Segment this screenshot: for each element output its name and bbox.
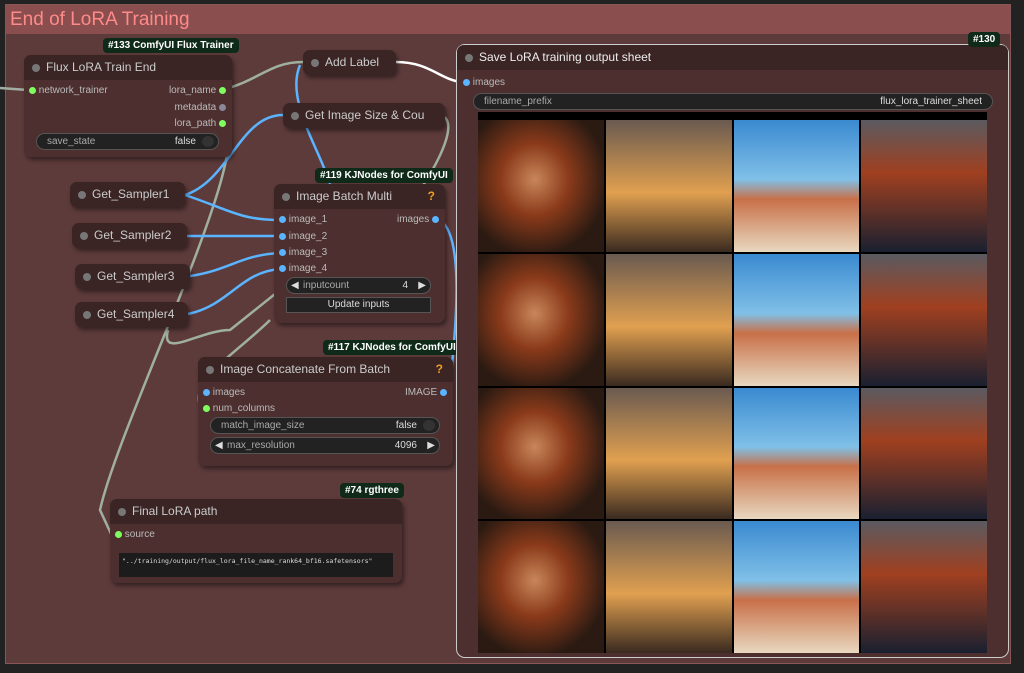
slot-dot-icon[interactable] bbox=[115, 530, 122, 538]
node-badge: #119 KJNodes for ComfyUI bbox=[315, 168, 453, 183]
node-title[interactable]: Get Image Size & Cou bbox=[283, 103, 445, 128]
node-image-batch-multi[interactable]: Image Batch Multi? image_1 image_2 image… bbox=[274, 184, 445, 323]
output-image bbox=[861, 253, 987, 386]
node-title[interactable]: Flux LoRA Train End bbox=[24, 55, 232, 80]
node-badge: #117 KJNodes for ComfyUI bbox=[323, 340, 461, 355]
filename-prefix-input[interactable]: filename_prefix flux_lora_trainer_sheet bbox=[473, 93, 993, 110]
node-title[interactable]: Save LoRA training output sheet bbox=[457, 45, 1008, 70]
slot-dot-icon[interactable] bbox=[432, 215, 439, 223]
input-image-4[interactable]: image_4 bbox=[279, 263, 327, 274]
node-get-image-size[interactable]: Get Image Size & Cou bbox=[283, 103, 445, 128]
output-images[interactable]: images bbox=[397, 214, 439, 225]
node-title[interactable]: Image Batch Multi? bbox=[274, 184, 445, 209]
output-metadata[interactable]: metadata bbox=[175, 102, 226, 113]
update-inputs-button[interactable]: Update inputs bbox=[286, 297, 431, 313]
node-badge: #74 rgthree bbox=[340, 483, 404, 498]
slot-dot-icon[interactable] bbox=[279, 248, 286, 256]
node-image-concatenate-from-batch[interactable]: Image Concatenate From Batch? images num… bbox=[198, 357, 453, 466]
max-resolution-stepper[interactable]: ◀ max_resolution 4096 ▶ bbox=[210, 437, 440, 454]
lora-path-text[interactable]: "../training/output/flux_lora_file_name_… bbox=[119, 553, 393, 577]
node-final-lora-path[interactable]: Final LoRA path source "../training/outp… bbox=[110, 499, 402, 583]
node-title[interactable]: Get_Sampler3 bbox=[75, 264, 190, 289]
output-lora-path[interactable]: lora_path bbox=[175, 118, 226, 129]
output-image bbox=[733, 120, 860, 252]
wire bbox=[221, 60, 304, 92]
input-network-trainer[interactable]: network_trainer bbox=[29, 85, 108, 96]
node-save-lora-output-sheet[interactable]: Save LoRA training output sheet images f… bbox=[456, 44, 1009, 658]
help-icon[interactable]: ? bbox=[428, 184, 435, 209]
input-image-1[interactable]: image_1 bbox=[279, 214, 327, 225]
node-add-label[interactable]: Add Label bbox=[303, 50, 396, 75]
output-image bbox=[605, 253, 732, 386]
input-images[interactable]: images bbox=[463, 77, 505, 88]
input-num-columns[interactable]: num_columns bbox=[203, 403, 275, 414]
output-image bbox=[861, 387, 987, 520]
node-get-sampler3[interactable]: Get_Sampler3 bbox=[75, 264, 190, 289]
output-image bbox=[478, 120, 604, 252]
toggle-icon bbox=[202, 136, 214, 147]
node-get-sampler1[interactable]: Get_Sampler1 bbox=[70, 182, 185, 207]
slot-dot-icon[interactable] bbox=[203, 404, 210, 412]
output-image bbox=[605, 120, 732, 252]
node-get-sampler2[interactable]: Get_Sampler2 bbox=[72, 223, 187, 248]
node-title[interactable]: Final LoRA path bbox=[110, 499, 402, 524]
node-title[interactable]: Get_Sampler1 bbox=[70, 182, 185, 207]
node-title[interactable]: Get_Sampler2 bbox=[72, 223, 187, 248]
output-image bbox=[861, 521, 987, 653]
node-title[interactable]: Image Concatenate From Batch? bbox=[198, 357, 453, 382]
node-title[interactable]: Add Label bbox=[303, 50, 396, 75]
output-lora-name[interactable]: lora_name bbox=[169, 85, 226, 96]
output-image[interactable]: IMAGE bbox=[405, 387, 447, 398]
slot-dot-icon[interactable] bbox=[440, 388, 447, 396]
output-image-grid[interactable] bbox=[478, 112, 987, 653]
slot-dot-icon[interactable] bbox=[219, 119, 226, 127]
input-images[interactable]: images bbox=[203, 387, 245, 398]
wire bbox=[187, 267, 281, 316]
slot-dot-icon[interactable] bbox=[219, 103, 226, 111]
slot-dot-icon[interactable] bbox=[203, 388, 210, 396]
inputcount-stepper[interactable]: ◀ inputcount 4 ▶ bbox=[286, 277, 431, 294]
slot-dot-icon[interactable] bbox=[279, 264, 286, 272]
node-title[interactable]: Get_Sampler4 bbox=[75, 302, 188, 327]
wire bbox=[395, 60, 463, 84]
slot-dot-icon[interactable] bbox=[279, 232, 286, 240]
arrow-right-icon[interactable]: ▶ bbox=[418, 278, 426, 293]
arrow-left-icon[interactable]: ◀ bbox=[215, 438, 223, 453]
match-image-size-toggle[interactable]: match_image_size false bbox=[210, 417, 440, 434]
arrow-right-icon[interactable]: ▶ bbox=[427, 438, 435, 453]
output-image bbox=[605, 387, 732, 520]
output-image bbox=[861, 120, 987, 252]
output-image bbox=[478, 521, 604, 653]
output-image bbox=[733, 387, 860, 520]
node-flux-lora-train-end[interactable]: Flux LoRA Train End network_trainer lora… bbox=[24, 55, 232, 157]
slot-dot-icon[interactable] bbox=[463, 78, 470, 86]
slot-dot-icon[interactable] bbox=[29, 86, 36, 94]
slot-dot-icon[interactable] bbox=[219, 86, 226, 94]
save-state-toggle[interactable]: save_state false bbox=[36, 133, 219, 150]
output-image bbox=[733, 521, 860, 653]
output-image bbox=[478, 253, 604, 386]
node-badge: #133 ComfyUI Flux Trainer bbox=[103, 38, 239, 53]
wire bbox=[184, 193, 281, 222]
input-image-3[interactable]: image_3 bbox=[279, 247, 327, 258]
help-icon[interactable]: ? bbox=[436, 357, 443, 382]
output-image bbox=[478, 387, 604, 520]
toggle-icon bbox=[423, 420, 435, 431]
node-get-sampler4[interactable]: Get_Sampler4 bbox=[75, 302, 188, 327]
node-badge: #130 bbox=[968, 32, 1001, 47]
output-image bbox=[605, 521, 732, 653]
output-image bbox=[733, 253, 860, 386]
slot-dot-icon[interactable] bbox=[279, 215, 286, 223]
arrow-left-icon[interactable]: ◀ bbox=[291, 278, 299, 293]
input-source[interactable]: source bbox=[115, 529, 155, 540]
input-image-2[interactable]: image_2 bbox=[279, 231, 327, 242]
